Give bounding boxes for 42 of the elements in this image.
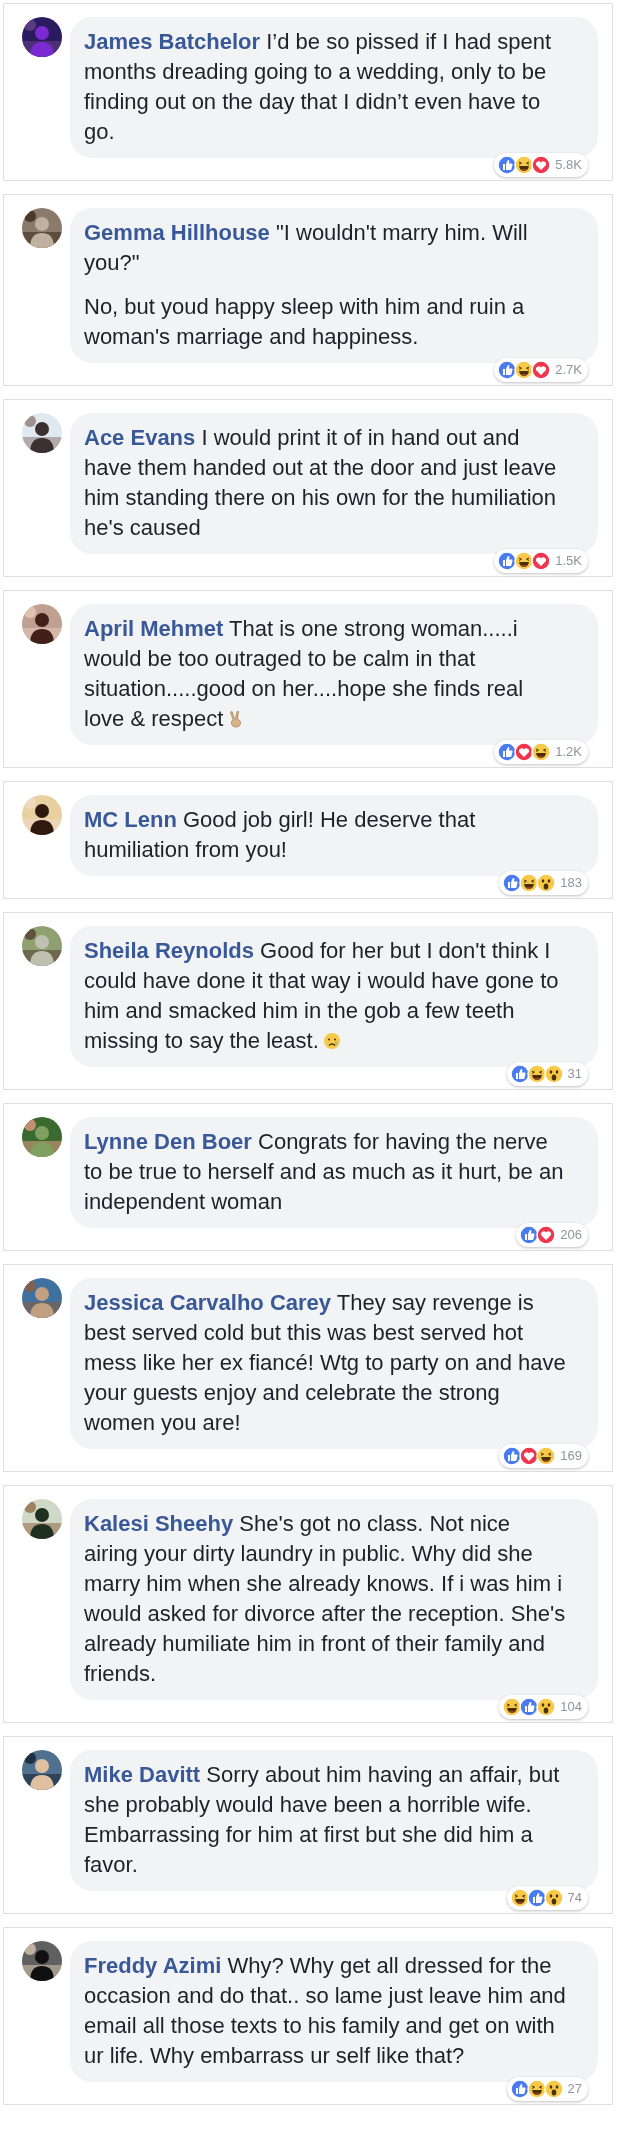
reactions-badge[interactable]: 104 bbox=[499, 1695, 588, 1719]
comment-text: Gemma Hillhouse "I wouldn't marry him. Will you?" bbox=[84, 219, 529, 277]
author-link[interactable]: Freddy Azimi bbox=[84, 1953, 222, 1978]
author-link[interactable]: James Batchelor bbox=[84, 29, 261, 54]
author-link[interactable]: Lynne Den Boer bbox=[84, 1129, 252, 1154]
reaction-count: 2.7K bbox=[555, 361, 582, 379]
comment-text: Ace Evans I would print it of in hand out and have them handed out at the door and just leave him standing there on his own for the humiliation he's caused bbox=[84, 424, 558, 542]
reaction-count: 74 bbox=[567, 1889, 582, 1907]
reaction-count: 104 bbox=[560, 1698, 582, 1716]
reactions-badge[interactable]: 206 bbox=[516, 1223, 588, 1247]
comment-text: Sheila Reynolds Good for her but I don't think I could have done it that way i would have gone to him and smacked him in the gob a few teeth missing to say the least. bbox=[84, 937, 560, 1055]
author-link[interactable]: Kalesi Sheehy bbox=[84, 1511, 234, 1536]
comment-text: Jessica Carvalho Carey They say revenge is best served cold but this was best served hot mess like her ex fiancé! Wtg to party on and have your guests enjoy and celebrate the strong women you are! bbox=[84, 1289, 567, 1437]
reactions-badge[interactable]: 2.7K bbox=[494, 358, 588, 382]
reaction-count: 1.5K bbox=[555, 552, 582, 570]
comment-text: No, but youd happy sleep with him and ruin a woman's marriage and happiness. bbox=[84, 293, 526, 351]
author-link[interactable]: April Mehmet bbox=[84, 616, 224, 641]
author-link[interactable]: Sheila Reynolds bbox=[84, 938, 254, 963]
reaction-count: 27 bbox=[567, 2080, 582, 2098]
reaction-count: 183 bbox=[560, 874, 582, 892]
author-link[interactable]: Mike Davitt bbox=[84, 1762, 201, 1787]
author-link[interactable]: Ace Evans bbox=[84, 425, 196, 450]
comment-text: Freddy Azimi Why? Why get all dressed for the occasion and do that.. so lame just leave him and email all those texts to his family and get on with ur life. Why embarrass ur self like that? bbox=[84, 1952, 567, 2070]
comment-text: Mike Davitt Sorry about him having an affair, but she probably would have been a horrible wife. Embarrassing for him at first but she did him a favor. bbox=[84, 1761, 561, 1879]
reaction-count: 31 bbox=[567, 1065, 582, 1083]
reactions-badge[interactable]: 1.2K bbox=[494, 740, 588, 764]
reactions-badge[interactable]: 169 bbox=[499, 1444, 588, 1468]
reaction-count: 5.8K bbox=[555, 156, 582, 174]
author-link[interactable]: Jessica Carvalho Carey bbox=[84, 1290, 332, 1315]
reaction-count: 206 bbox=[560, 1226, 582, 1244]
comment-text: Kalesi Sheehy She's got no class. Not nice airing your dirty laundry in public. Why did she marry him when she already knows. If i was him i would asked for divorce after the reception. She's already humiliate him in front of their family and friends. bbox=[84, 1510, 567, 1688]
comment-text: MC Lenn Good job girl! He deserve that humiliation from you! bbox=[84, 806, 477, 864]
comment-text: Lynne Den Boer Congrats for having the nerve to be true to herself and as much as it hurt, be an independent woman bbox=[84, 1128, 565, 1216]
author-link[interactable]: MC Lenn bbox=[84, 807, 177, 832]
reaction-count: 169 bbox=[560, 1447, 582, 1465]
comment-text: April Mehmet That is one strong woman.....i would be too outraged to be calm in that situation.....good on her....hope she finds real love & respect bbox=[84, 615, 525, 733]
reactions-badge[interactable]: 1.5K bbox=[494, 549, 588, 573]
reactions-badge[interactable]: 5.8K bbox=[494, 153, 588, 177]
comment-text: James Batchelor I’d be so pissed if I had spent months dreading going to a wedding, only to be finding out on the day that I didn’t even have to go. bbox=[84, 28, 553, 146]
reactions-badge[interactable]: 183 bbox=[499, 871, 588, 895]
author-link[interactable]: Gemma Hillhouse bbox=[84, 220, 270, 245]
reaction-count: 1.2K bbox=[555, 743, 582, 761]
